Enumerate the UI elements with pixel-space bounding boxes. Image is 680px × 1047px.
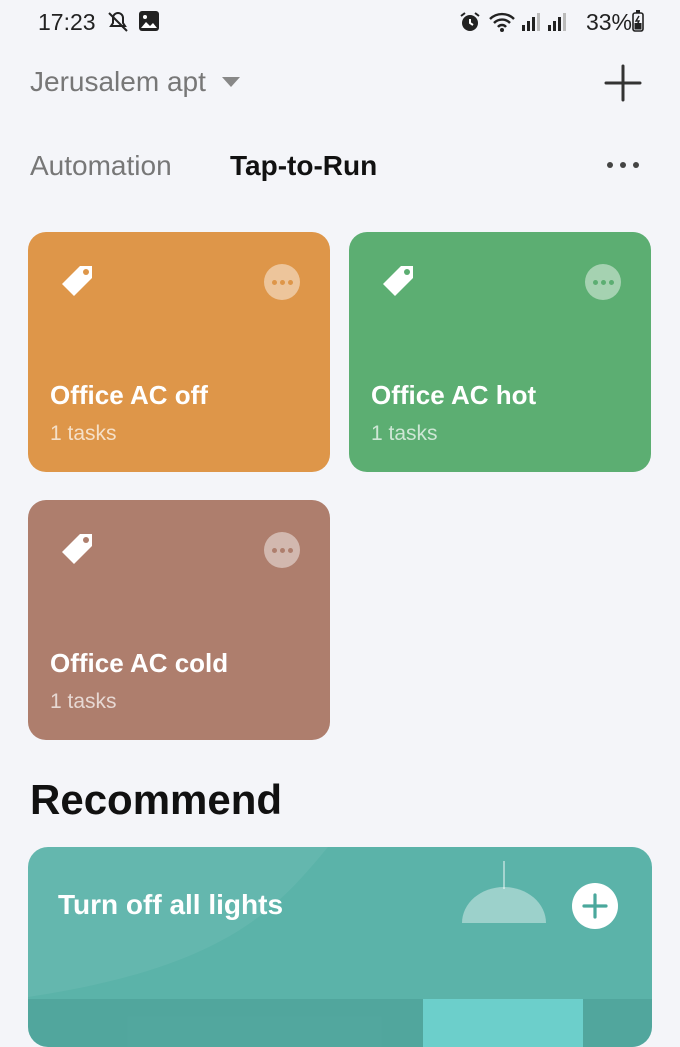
- tab-automation[interactable]: Automation: [30, 150, 172, 182]
- chevron-down-icon: [221, 77, 240, 87]
- scene-title: Office AC cold: [50, 648, 229, 678]
- recommend-heading: Recommend: [30, 776, 283, 823]
- scene-card[interactable]: Office AC cold 1 tasks: [28, 500, 330, 740]
- scene-card[interactable]: Office AC off 1 tasks: [28, 232, 330, 472]
- home-name: Jerusalem apt: [30, 66, 206, 97]
- scene-more-button[interactable]: [585, 264, 621, 300]
- recommend-title: Turn off all lights: [58, 889, 284, 920]
- add-button[interactable]: [602, 62, 644, 104]
- add-recommendation-button[interactable]: [572, 883, 618, 929]
- scene-task-count: 1 tasks: [50, 422, 117, 445]
- recommend-card[interactable]: Turn off all lights: [28, 847, 652, 1047]
- battery-percent: 33%: [585, 9, 632, 35]
- status-bar: 17:23 33%: [0, 0, 680, 46]
- signal-icon: [546, 10, 568, 37]
- tag-icon: [58, 262, 98, 307]
- scene-title: Office AC hot: [371, 380, 537, 410]
- plus-icon: [582, 893, 608, 919]
- image-icon: [138, 10, 160, 37]
- tag-icon: [58, 530, 98, 575]
- scene-title: Office AC off: [50, 380, 208, 410]
- signal-icon: [520, 10, 542, 37]
- alarm-icon: [458, 10, 482, 39]
- scene-more-button[interactable]: [264, 532, 300, 568]
- wifi-icon: [488, 10, 516, 39]
- battery-charging-icon: [632, 10, 644, 37]
- home-selector[interactable]: Jerusalem apt: [30, 66, 240, 98]
- scene-card[interactable]: Office AC hot 1 tasks: [349, 232, 651, 472]
- status-time: 17:23: [38, 9, 96, 35]
- scene-more-button[interactable]: [264, 264, 300, 300]
- scene-task-count: 1 tasks: [371, 422, 438, 445]
- more-horizontal-icon: [607, 162, 639, 168]
- scene-task-count: 1 tasks: [50, 690, 117, 713]
- tag-icon: [379, 262, 419, 307]
- more-options-button[interactable]: [604, 150, 642, 180]
- tab-tap-to-run[interactable]: Tap-to-Run: [230, 150, 377, 182]
- plus-icon: [604, 64, 642, 102]
- room-illustration: [28, 847, 652, 1047]
- notifications-off-icon: [106, 10, 130, 39]
